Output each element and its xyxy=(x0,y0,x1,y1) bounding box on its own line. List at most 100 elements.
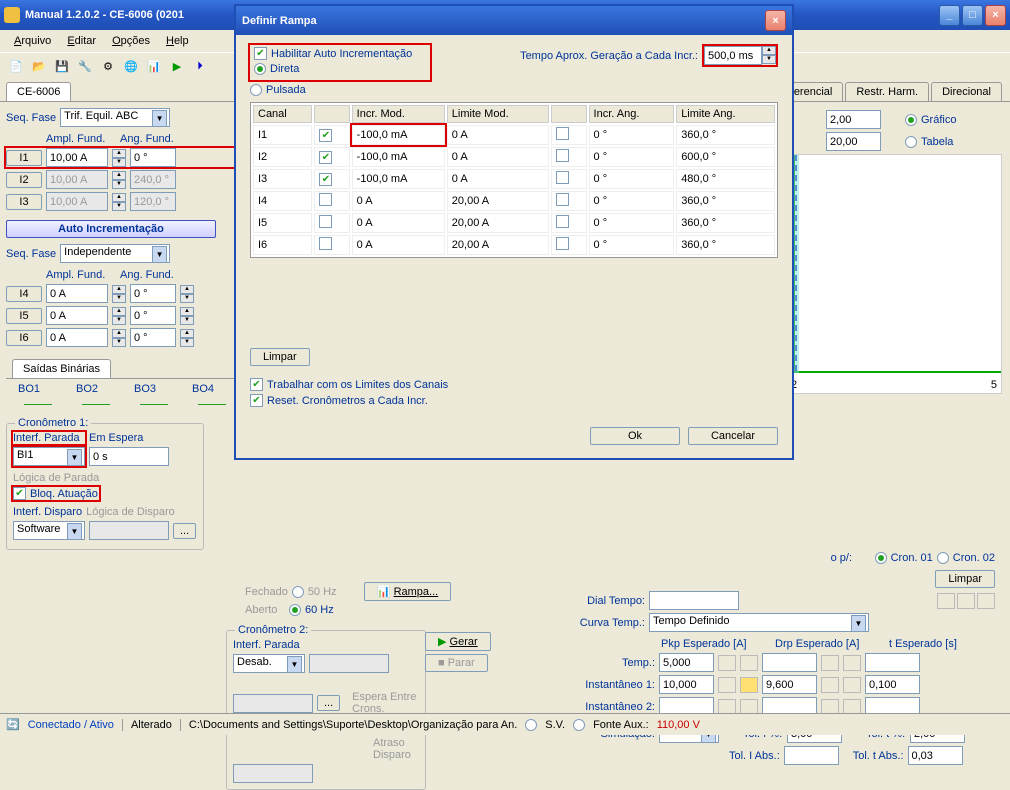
temp-input[interactable] xyxy=(659,653,714,672)
i2-button[interactable]: I2 xyxy=(6,172,42,188)
row-ang-checkbox[interactable] xyxy=(556,215,569,228)
gerar-button[interactable]: ▶ Gerar xyxy=(425,632,491,651)
i4-ang-input[interactable] xyxy=(130,284,176,303)
software-select[interactable]: Software xyxy=(13,521,85,540)
i5-button[interactable]: I5 xyxy=(6,308,42,324)
refresh-icon[interactable]: 🔄 xyxy=(6,718,20,731)
net-icon[interactable]: ⚙ xyxy=(98,57,118,77)
radio-60hz[interactable] xyxy=(289,604,301,616)
dialog-close-button[interactable]: × xyxy=(765,10,786,31)
save-icon[interactable]: 💾 xyxy=(52,57,72,77)
row-mod-checkbox[interactable]: ✔ xyxy=(319,129,332,142)
globe-icon[interactable]: 🌐 xyxy=(121,57,141,77)
limpar2-button[interactable]: Limpar xyxy=(935,570,995,588)
row-incrmod[interactable]: 0 A xyxy=(352,191,445,211)
row-incrmod[interactable]: 0 A xyxy=(352,213,445,233)
radio-50hz[interactable] xyxy=(292,586,304,598)
i4-button[interactable]: I4 xyxy=(6,286,42,302)
row-mod-checkbox[interactable]: ✔ xyxy=(319,173,332,186)
radio-cron01[interactable] xyxy=(875,552,887,564)
row-incrmod[interactable]: 0 A xyxy=(352,235,445,255)
bi1-select[interactable]: BI1 xyxy=(13,447,85,466)
tab-saidas-binarias[interactable]: Saídas Binárias xyxy=(12,359,111,378)
row-ang-checkbox[interactable] xyxy=(556,171,569,184)
row-incrang[interactable]: 0 ° xyxy=(589,235,675,255)
row-incrang[interactable]: 0 ° xyxy=(589,147,675,167)
maximize-button[interactable]: □ xyxy=(962,5,983,26)
i6-ang-input[interactable] xyxy=(130,328,176,347)
bo2-switch[interactable] xyxy=(82,397,110,413)
row-incrang[interactable]: 0 ° xyxy=(589,125,675,145)
hardware-icon[interactable]: 🔧 xyxy=(75,57,95,77)
row-mod-checkbox[interactable]: ✔ xyxy=(319,151,332,164)
i3-button[interactable]: I3 xyxy=(6,194,42,210)
habilitar-checkbox[interactable]: ✔ xyxy=(254,47,267,60)
pencil-icon[interactable] xyxy=(937,593,955,609)
chart-icon[interactable]: 📊 xyxy=(144,57,164,77)
tab-ce6006[interactable]: CE-6006 xyxy=(6,82,71,101)
row-incrmod[interactable]: -100,0 mA xyxy=(352,125,445,145)
row-incrang[interactable]: 0 ° xyxy=(589,213,675,233)
row-ang-checkbox[interactable] xyxy=(556,193,569,206)
bo4-switch[interactable] xyxy=(198,397,226,413)
seqfase2-select[interactable]: Independente xyxy=(60,244,170,263)
row-incrmod[interactable]: -100,0 mA xyxy=(352,169,445,189)
row-ang-checkbox[interactable] xyxy=(556,237,569,250)
row-mod-checkbox[interactable] xyxy=(319,193,332,206)
tab-direcional[interactable]: Direcional xyxy=(931,82,1002,101)
open-icon[interactable]: 📂 xyxy=(29,57,49,77)
curva-select[interactable]: Tempo Definido xyxy=(649,613,869,632)
spin-down[interactable]: ▼ xyxy=(112,158,126,167)
ok-button[interactable]: Ok xyxy=(590,427,680,445)
i2-amp-input xyxy=(46,170,108,189)
row-mod-checkbox[interactable] xyxy=(319,215,332,228)
play-icon[interactable]: ▶ xyxy=(167,57,187,77)
eyedropper-icon[interactable] xyxy=(977,593,995,609)
next-icon[interactable]: ⏵ xyxy=(190,57,210,77)
radio-direta[interactable] xyxy=(254,63,266,75)
i4-amp-input[interactable] xyxy=(46,284,108,303)
row-ang-checkbox[interactable] xyxy=(556,149,569,162)
menu-editar[interactable]: Editar xyxy=(61,33,102,49)
dialtempo-input[interactable] xyxy=(649,591,739,610)
seqfase-select[interactable]: Trif. Equil. ABC xyxy=(60,108,170,127)
brush-icon[interactable] xyxy=(957,593,975,609)
minimize-button[interactable]: _ xyxy=(939,5,960,26)
bloq-atuacao-checkbox[interactable]: ✔ xyxy=(13,487,26,500)
spin-up[interactable]: ▲ xyxy=(112,149,126,158)
inst1-input[interactable] xyxy=(659,675,714,694)
i1-ang-input[interactable] xyxy=(130,148,176,167)
i6-amp-input[interactable] xyxy=(46,328,108,347)
cron1-time-input[interactable] xyxy=(89,447,169,466)
close-button[interactable]: × xyxy=(985,5,1006,26)
menu-arquivo[interactable]: Arquivo xyxy=(8,33,57,49)
radio-grafico[interactable] xyxy=(905,114,917,126)
i5-amp-input[interactable] xyxy=(46,306,108,325)
radio-cron02[interactable] xyxy=(937,552,949,564)
reset-checkbox[interactable]: ✔ xyxy=(250,394,263,407)
radio-pulsada[interactable] xyxy=(250,84,262,96)
radio-tabela[interactable] xyxy=(905,136,917,148)
limpar-button[interactable]: Limpar xyxy=(250,348,310,366)
i1-button[interactable]: I1 xyxy=(6,150,42,166)
row-ang-checkbox[interactable] xyxy=(556,127,569,140)
row-mod-checkbox[interactable] xyxy=(319,237,332,250)
i5-ang-input[interactable] xyxy=(130,306,176,325)
bo1-switch[interactable] xyxy=(24,397,52,413)
rampa-button[interactable]: 📊 Rampa... xyxy=(364,582,451,601)
bo3-switch[interactable] xyxy=(140,397,168,413)
trabalhar-checkbox[interactable]: ✔ xyxy=(250,378,263,391)
tempo-input[interactable] xyxy=(704,46,762,65)
tab-restr[interactable]: Restr. Harm. xyxy=(845,82,929,101)
i6-button[interactable]: I6 xyxy=(6,330,42,346)
cancelar-button[interactable]: Cancelar xyxy=(688,427,778,445)
row-incrmod[interactable]: -100,0 mA xyxy=(352,147,445,167)
ellipsis-button[interactable]: ... xyxy=(173,523,196,539)
autoinc-button[interactable]: Auto Incrementação xyxy=(6,220,216,238)
row-incrang[interactable]: 0 ° xyxy=(589,169,675,189)
i1-amp-input[interactable] xyxy=(46,148,108,167)
menu-help[interactable]: Help xyxy=(160,33,195,49)
menu-opcoes[interactable]: Opções xyxy=(106,33,156,49)
new-icon[interactable]: 📄 xyxy=(6,57,26,77)
row-incrang[interactable]: 0 ° xyxy=(589,191,675,211)
